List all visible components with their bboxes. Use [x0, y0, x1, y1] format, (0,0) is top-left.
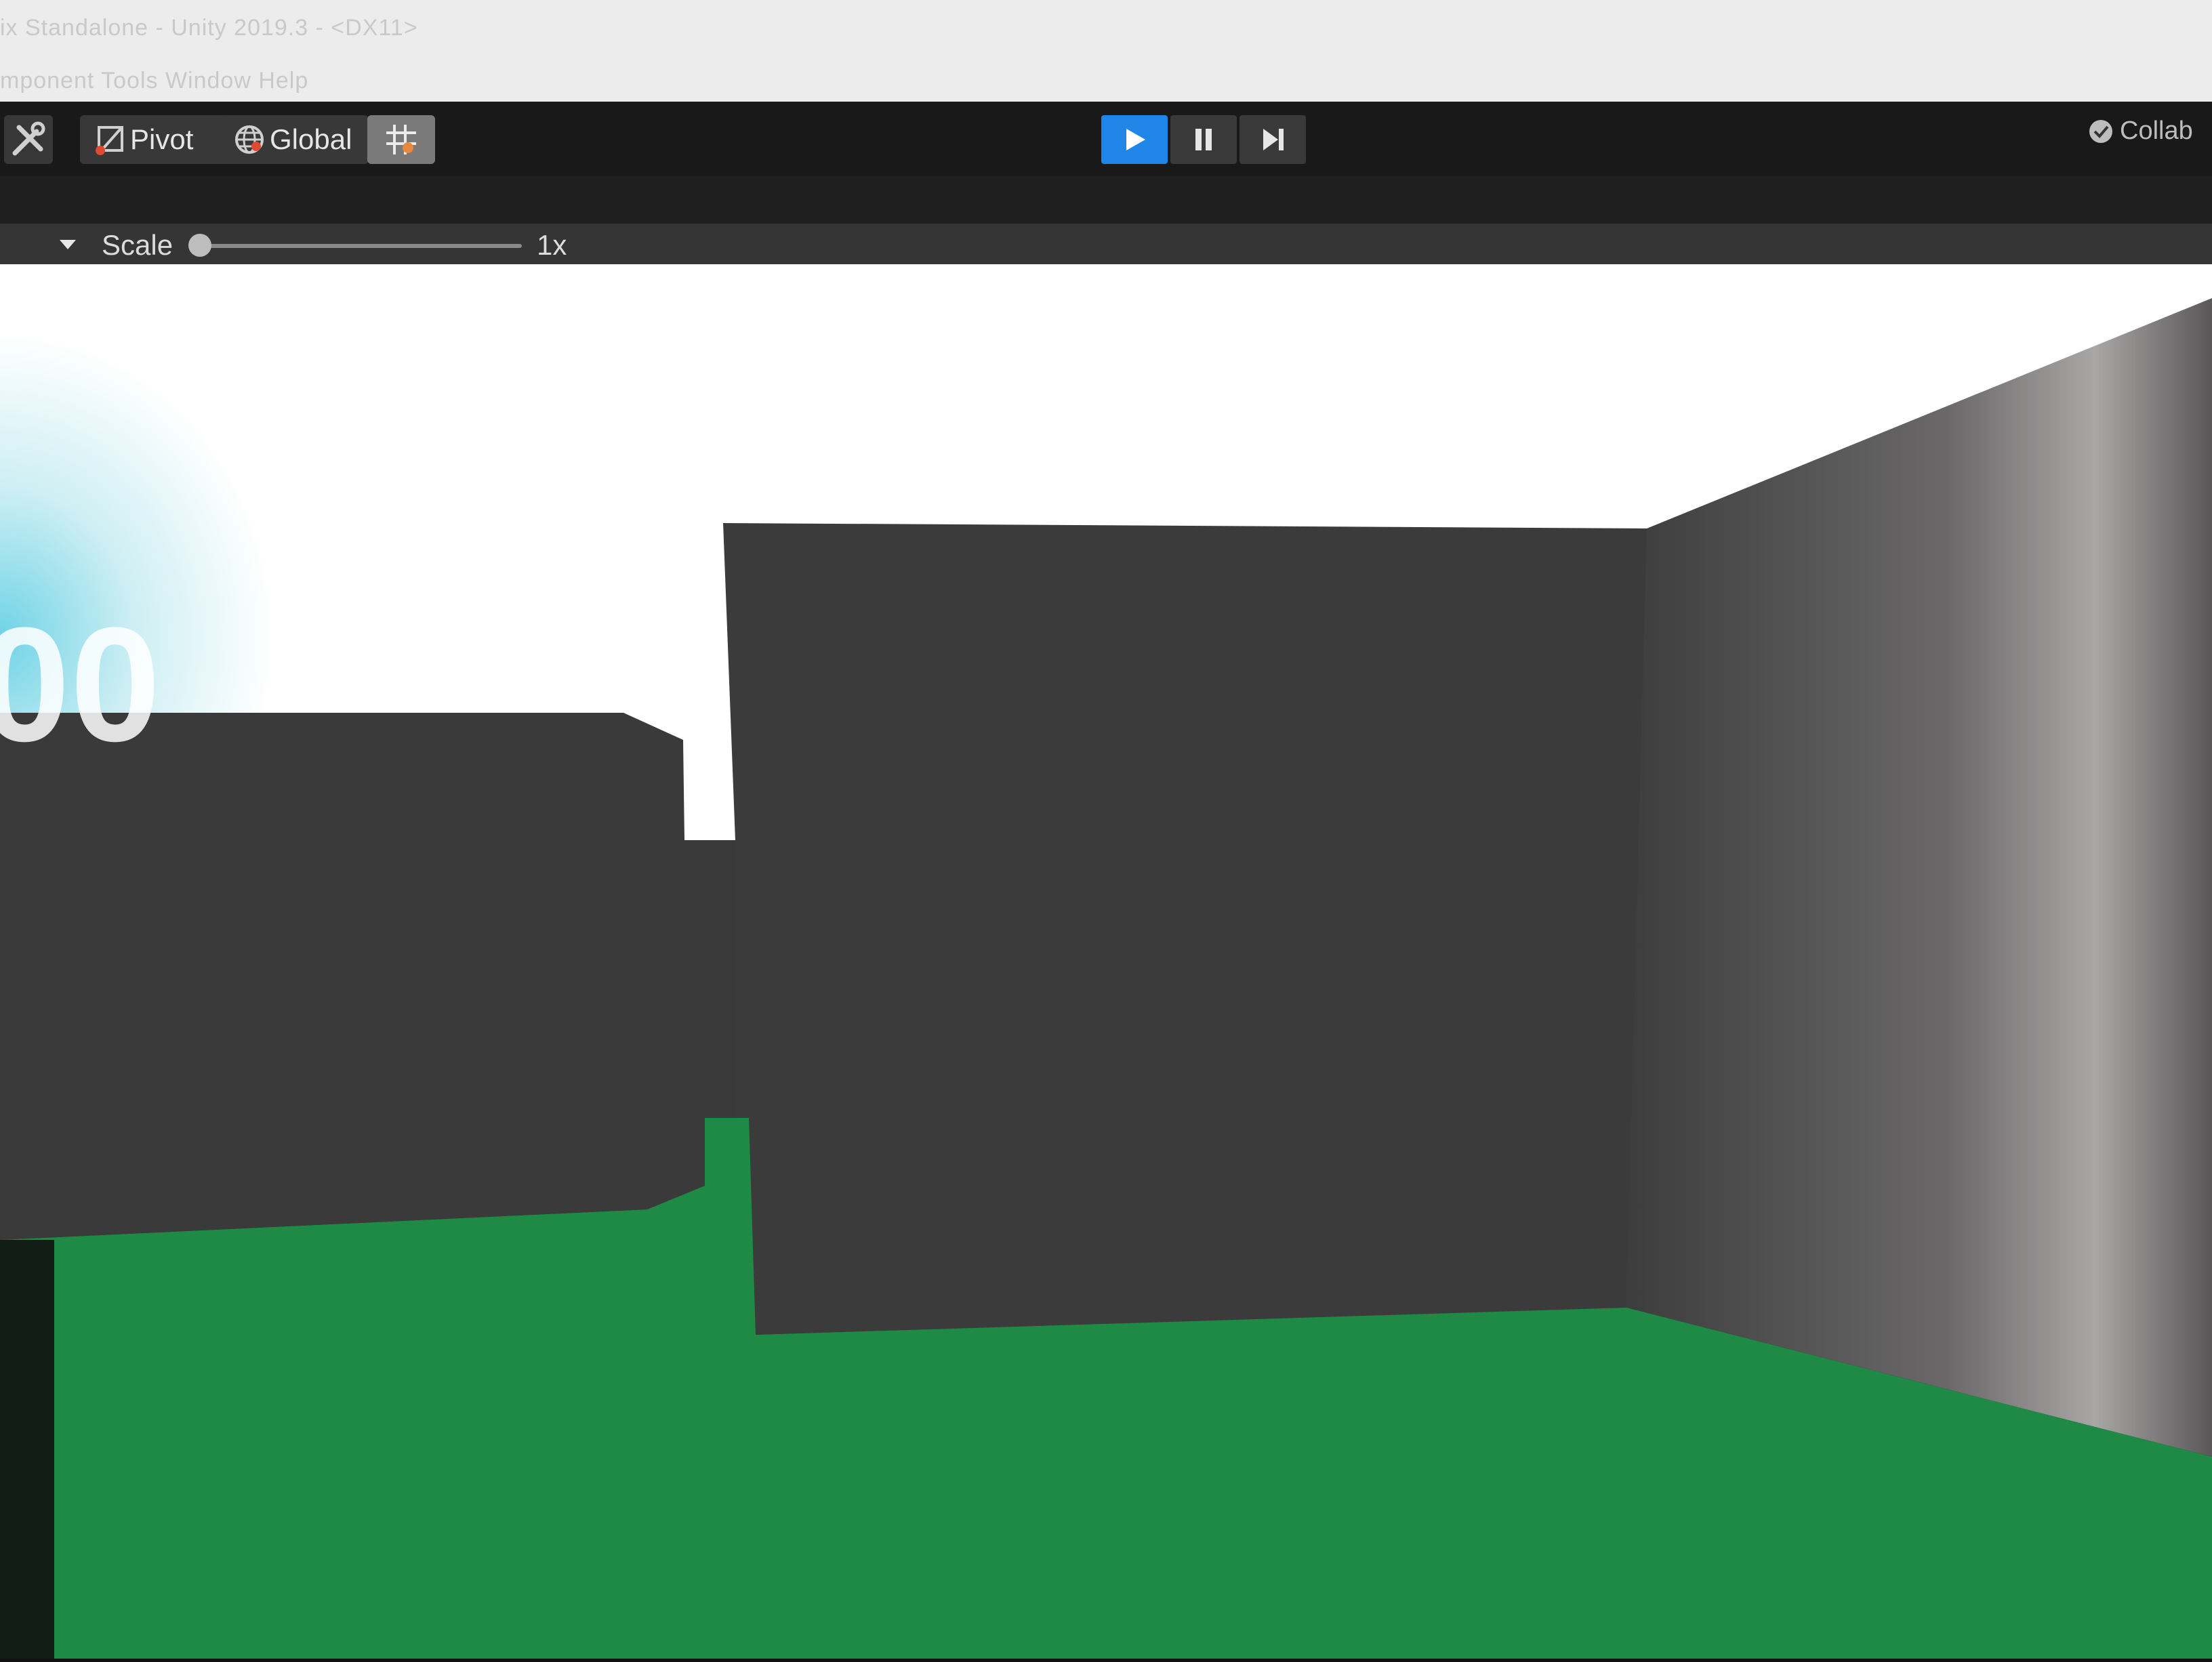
- window-title: ix Standalone - Unity 2019.3 - <DX11>: [0, 15, 418, 41]
- scene-render: [0, 264, 2212, 1659]
- scale-label: Scale: [102, 229, 173, 261]
- menu-bar[interactable]: mponent Tools Window Help: [0, 68, 308, 94]
- global-label: Global: [270, 123, 352, 155]
- pivot-label: Pivot: [130, 123, 194, 155]
- step-button[interactable]: [1240, 115, 1306, 164]
- grid-snap-button[interactable]: [367, 115, 435, 164]
- pivot-button[interactable]: Pivot: [80, 115, 229, 164]
- center-wall: [723, 523, 1660, 1335]
- title-bar: ix Standalone - Unity 2019.3 - <DX11> mp…: [0, 0, 2212, 102]
- tools-icon: [12, 121, 45, 156]
- game-tab-strip: [0, 176, 2212, 224]
- play-button[interactable]: [1101, 115, 1168, 164]
- globe-icon: [235, 125, 264, 154]
- play-icon: [1126, 129, 1145, 150]
- scale-value: 1x: [537, 229, 567, 261]
- check-circle-icon: [2089, 119, 2112, 143]
- game-view-bar: Scale 1x: [0, 224, 2212, 264]
- collab-button[interactable]: Collab: [2087, 117, 2193, 146]
- tools-button[interactable]: [4, 115, 53, 164]
- playback-controls: [1101, 115, 1306, 164]
- pause-icon: [1195, 129, 1212, 150]
- grid-snap-icon: [386, 125, 416, 154]
- left-wall: [0, 713, 735, 1240]
- global-button[interactable]: Global: [222, 115, 369, 164]
- scale-slider-track[interactable]: [197, 244, 522, 248]
- collab-label: Collab: [2120, 117, 2193, 145]
- step-icon: [1263, 129, 1284, 150]
- screen-bezel-left: [0, 1240, 54, 1659]
- scale-slider-knob[interactable]: [188, 234, 211, 257]
- pause-button[interactable]: [1170, 115, 1237, 164]
- dropdown-arrow-icon[interactable]: [58, 238, 77, 251]
- game-viewport[interactable]: 00: [0, 264, 2212, 1659]
- pivot-icon: [96, 126, 123, 155]
- score-text: 00: [0, 594, 161, 775]
- main-toolbar: Pivot Global Collab: [0, 102, 2212, 176]
